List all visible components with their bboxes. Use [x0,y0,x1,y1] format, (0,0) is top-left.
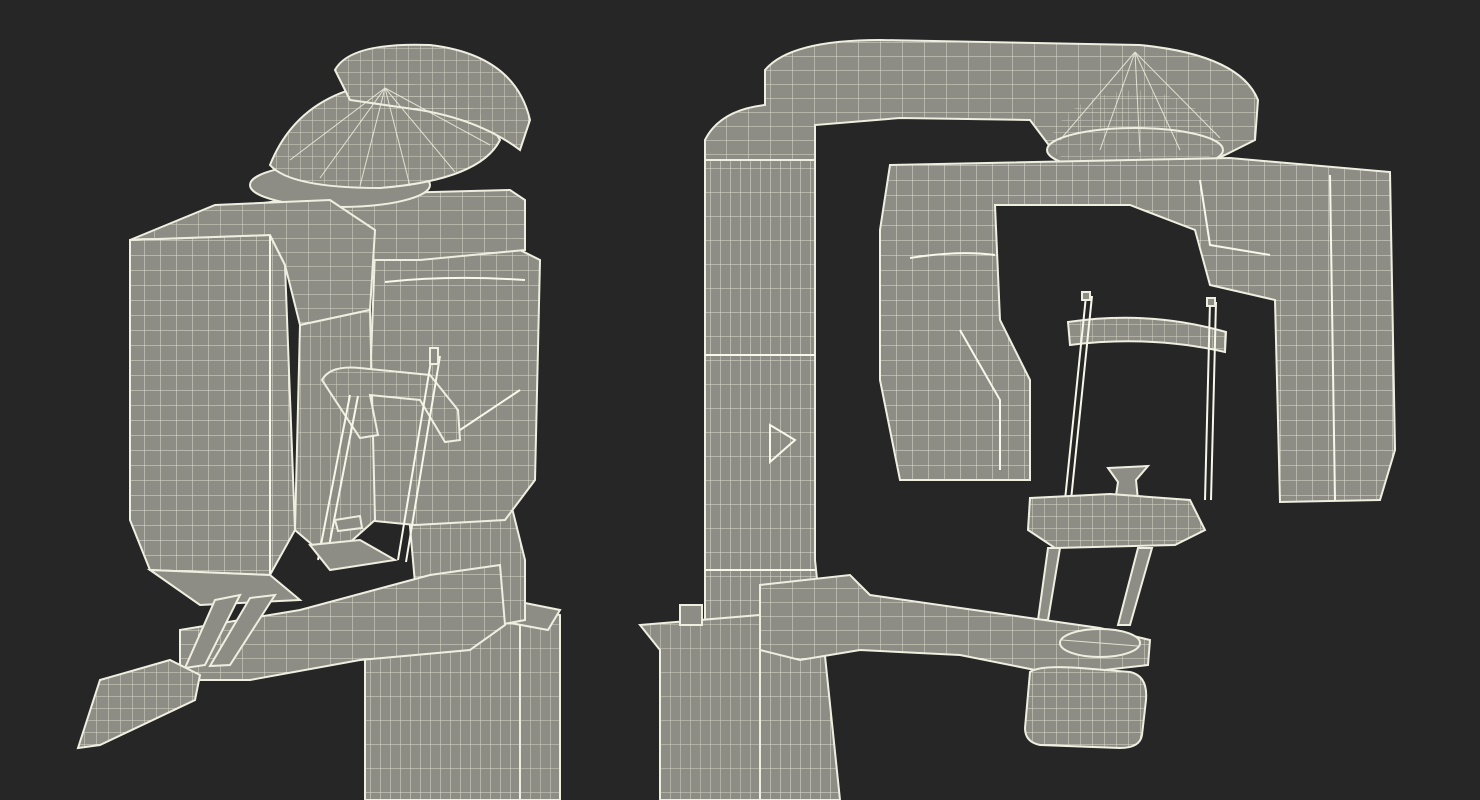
wireframe-render-canvas [76,38,1397,800]
xray-unit-left-view [76,43,562,800]
base-block-right [638,604,761,800]
xray-unit-right-view [638,38,1397,800]
rotating-arm-right [704,38,1260,173]
motor-dome-left [249,43,532,208]
chin-rest-right [1026,464,1207,626]
hand-grip-right [1023,666,1148,750]
